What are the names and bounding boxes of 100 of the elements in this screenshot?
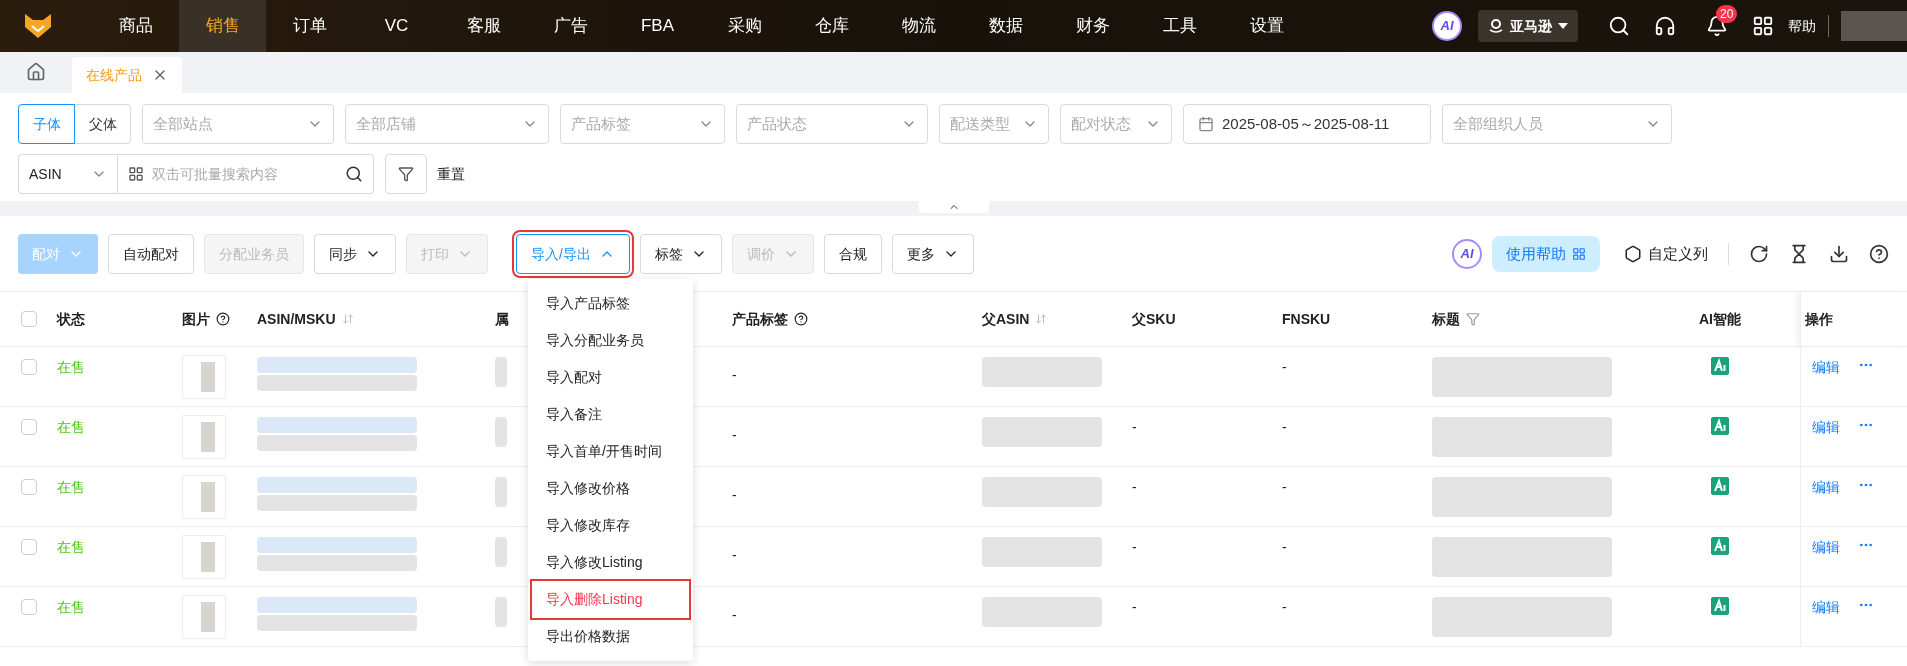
date-range-field[interactable]: 2025-08-05～2025-08-11 <box>1183 104 1431 144</box>
row-checkbox[interactable] <box>20 539 37 555</box>
nav-item[interactable]: 数据 <box>962 0 1049 52</box>
menu-item[interactable]: 导入备注 <box>532 396 689 433</box>
view-toggle-button[interactable]: 父体 <box>74 104 131 144</box>
column-header: 操作 <box>1805 309 1833 329</box>
collapse-handle[interactable] <box>918 201 989 213</box>
edit-link[interactable]: 编辑 <box>1812 477 1840 498</box>
row-checkbox[interactable] <box>20 479 37 495</box>
ai-badge[interactable]: AI <box>1452 239 1482 269</box>
blurred-content <box>495 537 507 567</box>
column-header: 父ASIN <box>982 309 1030 329</box>
nav-item[interactable]: 工具 <box>1136 0 1223 52</box>
marketplace-selector[interactable]: 亚马逊 <box>1478 10 1578 42</box>
hourglass-icon[interactable] <box>1789 244 1809 264</box>
filter-icon[interactable] <box>1466 312 1480 326</box>
row-checkbox[interactable] <box>20 419 37 435</box>
menu-item[interactable]: 导入配对 <box>532 359 689 396</box>
column-header: 图片 <box>182 309 210 329</box>
nav-item[interactable]: 仓库 <box>788 0 875 52</box>
advanced-filter-button[interactable] <box>385 154 427 194</box>
help-icon[interactable] <box>216 312 230 326</box>
menu-item[interactable]: 导入首单/开售时间 <box>532 433 689 470</box>
menu-item[interactable]: 导入删除Listing <box>532 581 689 618</box>
column-header: 属 <box>495 309 509 329</box>
download-icon[interactable] <box>1829 244 1849 264</box>
menu-item[interactable]: 导入修改Listing <box>532 544 689 581</box>
help-icon[interactable] <box>1869 244 1889 264</box>
nav-item[interactable]: 销售 <box>179 0 266 52</box>
column-header: ASIN/MSKU <box>257 309 336 329</box>
fox-logo-icon <box>24 13 52 39</box>
nav-item[interactable]: VC <box>353 0 440 52</box>
ai-icon <box>1711 417 1729 435</box>
fnsku-value: - <box>1282 419 1287 435</box>
notification-count: 20 <box>1716 5 1738 23</box>
column-header: 父SKU <box>1132 309 1176 329</box>
nav-item[interactable]: 设置 <box>1223 0 1310 52</box>
edit-link[interactable]: 编辑 <box>1812 597 1840 618</box>
select-all-checkbox[interactable] <box>20 311 37 327</box>
home-icon[interactable] <box>26 62 46 82</box>
edit-link[interactable]: 编辑 <box>1812 417 1840 438</box>
nav-item[interactable]: 财务 <box>1049 0 1136 52</box>
row-checkbox[interactable] <box>20 599 37 615</box>
menu-item[interactable]: 导入产品标签 <box>532 285 689 322</box>
product-tag-value: - <box>732 547 737 563</box>
fnsku-value: - <box>1282 359 1287 375</box>
column-header: 状态 <box>57 309 85 329</box>
row-checkbox[interactable] <box>20 359 37 375</box>
nav-item[interactable]: 物流 <box>875 0 962 52</box>
search-icon[interactable] <box>345 165 363 183</box>
help-icon[interactable] <box>794 312 808 326</box>
nav-item[interactable]: 客服 <box>440 0 527 52</box>
menu-item[interactable]: 导入修改库存 <box>532 507 689 544</box>
nav-item[interactable]: 采购 <box>701 0 788 52</box>
search-icon[interactable] <box>1608 15 1630 37</box>
toolbar-button[interactable]: 同步 <box>314 234 396 274</box>
toolbar-button[interactable]: 合规 <box>823 234 882 274</box>
menu-item[interactable]: 导出价格数据 <box>532 618 689 655</box>
blurred-content <box>495 597 507 627</box>
toolbar-button[interactable]: 标签 <box>639 234 722 274</box>
toolbar-button[interactable]: 更多 <box>891 234 974 274</box>
nav-item[interactable]: 订单 <box>266 0 353 52</box>
nav-item[interactable]: 商品 <box>92 0 179 52</box>
menu-item[interactable]: 导入分配业务员 <box>532 322 689 359</box>
parent-sku-value: - <box>1132 479 1137 495</box>
apps-grid-icon[interactable] <box>1752 15 1774 37</box>
help-guide-button[interactable]: 使用帮助 <box>1492 236 1600 272</box>
status-text: 在售 <box>57 479 85 495</box>
dropdown-triangle-icon <box>1558 23 1568 29</box>
refresh-icon[interactable] <box>1749 244 1769 264</box>
help-link[interactable]: 帮助 <box>1788 15 1816 37</box>
toolbar-button[interactable]: 自动配对 <box>108 234 194 274</box>
product-tag-value: - <box>732 607 737 623</box>
image-placeholder <box>182 475 226 519</box>
custom-columns-button[interactable]: 自定义列 <box>1624 242 1708 266</box>
column-header: AI智能 <box>1699 309 1741 329</box>
reset-button[interactable]: 重置 <box>437 163 465 185</box>
blurred-content <box>495 417 507 447</box>
ai-badge[interactable]: AI <box>1432 11 1462 41</box>
fnsku-value: - <box>1282 599 1287 615</box>
parent-sku-value: - <box>1132 539 1137 555</box>
fnsku-value: - <box>1282 479 1287 495</box>
product-tag-value: - <box>732 487 737 503</box>
ai-icon <box>1711 357 1729 375</box>
parent-sku-value: - <box>1132 419 1137 435</box>
edit-link[interactable]: 编辑 <box>1812 537 1840 558</box>
headset-icon[interactable] <box>1654 15 1676 37</box>
ai-icon <box>1711 537 1729 555</box>
edit-link[interactable]: 编辑 <box>1812 357 1840 378</box>
nav-item[interactable]: FBA <box>614 0 701 52</box>
blurred-content <box>495 357 507 387</box>
blurred-content <box>495 477 507 507</box>
status-text: 在售 <box>57 419 85 435</box>
nav-item[interactable]: 广告 <box>527 0 614 52</box>
status-text: 在售 <box>57 359 85 375</box>
search-field-select[interactable]: ASIN <box>18 154 118 194</box>
ai-icon <box>1711 597 1729 615</box>
column-header: FNSKU <box>1282 309 1331 329</box>
calendar-icon <box>1198 116 1214 132</box>
menu-item[interactable]: 导入修改价格 <box>532 470 689 507</box>
